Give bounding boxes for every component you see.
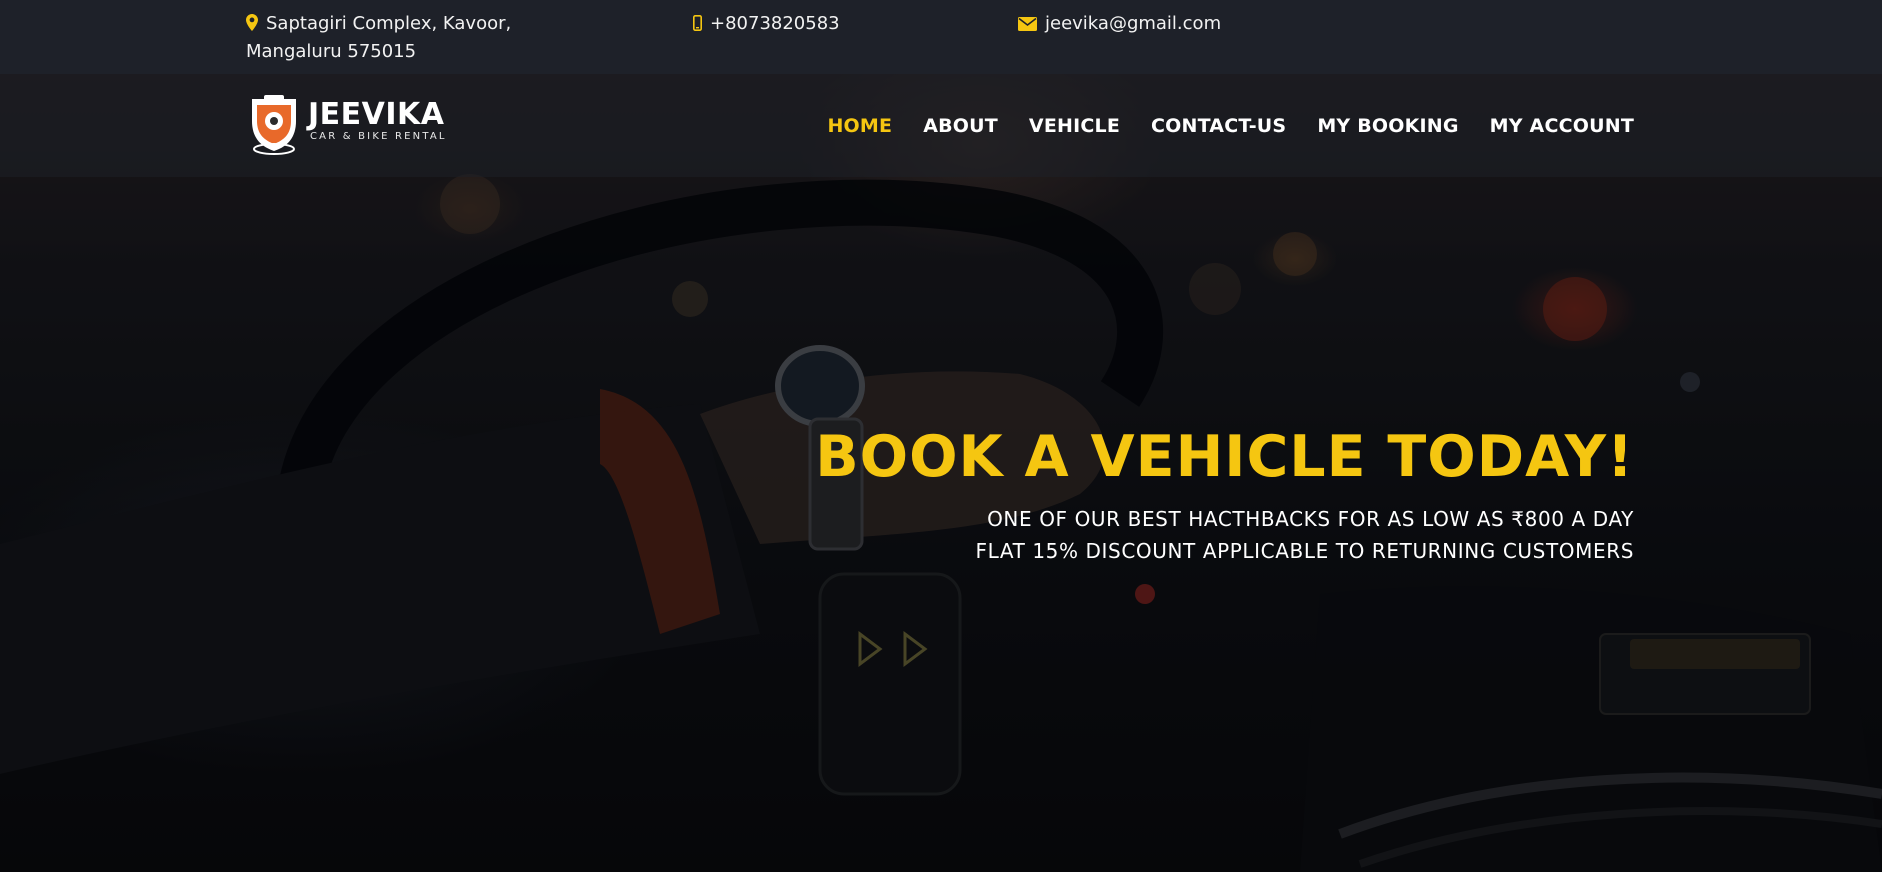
phone-text: +8073820583 xyxy=(710,13,840,34)
top-info-bar: Saptagiri Complex, Kavoor, Mangaluru 575… xyxy=(0,0,1882,74)
mobile-phone-icon xyxy=(693,13,710,34)
hero-headline: BOOK A VEHICLE TODAY! xyxy=(815,424,1634,490)
hero-offer-line: ONE OF OUR BEST HACTHBACKS FOR AS LOW AS… xyxy=(987,507,1634,531)
envelope-icon xyxy=(1018,13,1045,34)
email-text: jeevika@gmail.com xyxy=(1045,13,1222,34)
main-navigation: HOME ABOUT VEHICLE CONTACT-US MY BOOKING… xyxy=(827,113,1634,139)
hero-subtext: ONE OF OUR BEST HACTHBACKS FOR AS LOW AS… xyxy=(976,503,1634,567)
brand-name: JEEVIKA xyxy=(308,97,445,132)
hero-discount-line: FLAT 15% DISCOUNT APPLICABLE TO RETURNIN… xyxy=(975,539,1634,563)
phone-info[interactable]: +8073820583 xyxy=(693,10,840,38)
nav-item-home[interactable]: HOME xyxy=(827,113,892,139)
nav-item-about[interactable]: ABOUT xyxy=(923,113,998,139)
car-bike-logo-icon xyxy=(252,95,296,155)
nav-item-my-account[interactable]: MY ACCOUNT xyxy=(1490,113,1634,139)
nav-item-contact-us[interactable]: CONTACT-US xyxy=(1151,113,1286,139)
site-logo[interactable]: JEEVIKA CAR & BIKE RENTAL xyxy=(246,91,451,157)
address-text: Saptagiri Complex, Kavoor, Mangaluru 575… xyxy=(246,13,512,62)
nav-item-vehicle[interactable]: VEHICLE xyxy=(1029,113,1120,139)
address-info: Saptagiri Complex, Kavoor, Mangaluru 575… xyxy=(246,10,546,66)
nav-item-my-booking[interactable]: MY BOOKING xyxy=(1317,113,1458,139)
brand-tagline: CAR & BIKE RENTAL xyxy=(310,131,447,142)
email-info[interactable]: jeevika@gmail.com xyxy=(1018,10,1221,38)
map-marker-icon xyxy=(246,13,266,34)
